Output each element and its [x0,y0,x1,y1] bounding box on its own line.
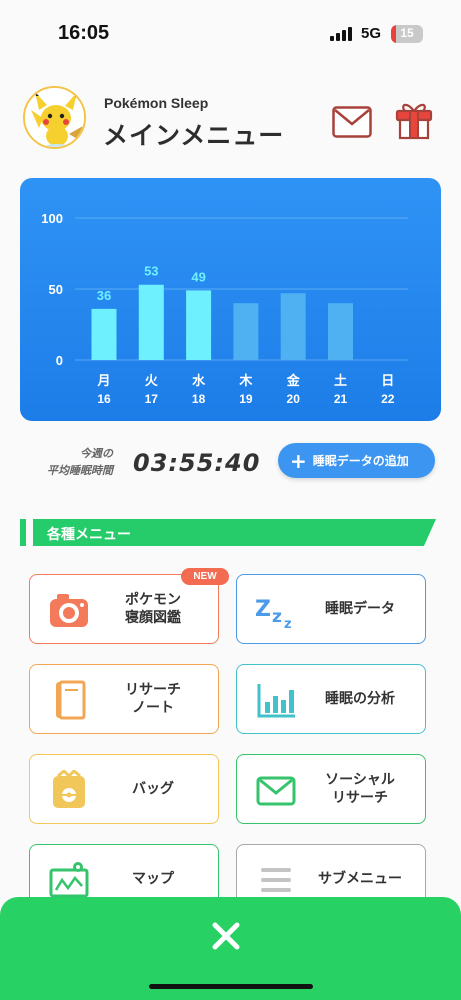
average-sleep-time: 03:55:40 [133,449,261,477]
menu-tile-label: 睡眠の分析 [325,691,395,707]
x-tick-day: 日 [381,374,394,389]
chart-bar [138,284,164,360]
hamburger-icon [261,868,291,892]
close-button[interactable] [210,920,242,952]
envelope-icon [256,776,296,806]
x-tick-day: 金 [286,373,301,389]
map-icon [49,862,89,898]
chart-bar [186,290,212,360]
chart-bar [280,293,306,360]
weekly-sleep-chart[interactable]: 0 50 100 36 月 16 53 火 17 49 水 18 木 19 金 20 土 21 日 22 [20,178,441,421]
x-tick-date: 18 [192,392,206,406]
menu-tile-bag[interactable]: バッグ [29,754,219,824]
menu-tile-sleep-analysis[interactable]: 睡眠の分析 [236,664,426,734]
average-sleep-label: 今週の 平均睡眠時間 [47,447,113,477]
x-tick-date: 20 [287,392,301,406]
y-tick-label: 50 [49,282,63,297]
x-tick-day: 土 [334,373,347,389]
app-name: Pokémon Sleep [104,95,209,111]
bar-value-label: 53 [144,264,158,279]
status-bar: 16:05 5G 15 [0,0,461,70]
app-screen: 16:05 5G 15 Pokémon Sleep メインメニュー 0 50 1… [0,0,461,1000]
x-tick-day: 火 [145,374,159,389]
x-tick-date: 21 [334,392,348,406]
svg-text:z: z [284,617,292,630]
svg-text:z: z [272,607,282,627]
mail-button[interactable] [332,106,372,138]
chart-bar [233,303,259,360]
battery-level: 15 [400,26,414,40]
x-tick-day: 月 [96,374,110,389]
add-sleep-data-button[interactable]: + 睡眠データの追加 [278,443,435,478]
signal-icon [330,27,354,41]
notebook-icon [56,680,86,720]
avatar[interactable] [23,86,86,149]
x-tick-date: 17 [145,392,159,406]
chart-canvas: 0 50 100 36 月 16 53 火 17 49 水 18 木 19 金 20 土 21 日 22 [41,211,408,406]
bar-chart-icon [257,684,295,718]
zzz-icon: Z z z [255,597,292,630]
gift-icon [395,103,433,140]
menu-tile-label: リサーチ ノート [125,682,181,716]
menu-tile-label: 睡眠データ [325,601,395,617]
close-icon [212,922,240,950]
home-indicator[interactable] [149,984,313,989]
add-sleep-data-label: 睡眠データの追加 [312,454,409,468]
network-label: 5G [361,25,382,42]
page-title: メインメニュー [103,121,285,150]
new-badge: NEW [181,568,229,585]
x-tick-day: 水 [192,373,206,389]
section-header: 各種メニュー [20,519,436,546]
x-tick-date: 22 [381,392,395,406]
chart-bar [91,308,117,360]
bar-value-label: 49 [191,269,205,284]
svg-text:Z: Z [255,597,271,622]
section-title: 各種メニュー [47,527,131,543]
x-tick-date: 19 [239,392,253,406]
menu-tile-sleep-data[interactable]: Z z z 睡眠データ [236,574,426,644]
y-tick-label: 100 [41,211,63,226]
x-tick-day: 木 [238,373,253,389]
chart-bar [328,303,353,360]
menu-tile-research-note[interactable]: リサーチ ノート [29,664,219,734]
menu-tile-social-research[interactable]: ソーシャル リサーチ [236,754,426,824]
menu-tile-label: ポケモン 寝顔図鑑 [125,592,181,626]
bag-icon [53,770,85,808]
status-time: 16:05 [58,22,110,44]
plus-icon: + [290,448,307,473]
menu-tile-label: バッグ [132,781,174,797]
pikachu-icon [25,88,84,147]
y-tick-label: 0 [56,353,63,368]
mail-icon [332,106,372,138]
battery-icon: 15 [391,25,423,43]
x-tick-date: 16 [97,392,111,406]
gift-button[interactable] [395,100,433,140]
bar-value-label: 36 [97,288,111,303]
menu-tile-label: ソーシャル リサーチ [325,772,395,806]
camera-icon [50,594,88,627]
